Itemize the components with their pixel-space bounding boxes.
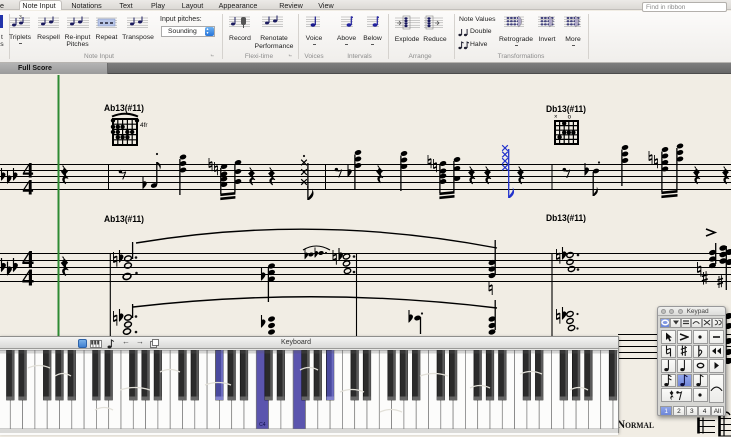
svg-text:4: 4 bbox=[23, 175, 34, 200]
svg-text:4fr: 4fr bbox=[140, 122, 148, 129]
svg-text:o: o bbox=[568, 115, 572, 121]
svg-text:Db13(#11): Db13(#11) bbox=[546, 104, 586, 115]
svg-text:×: × bbox=[554, 115, 558, 121]
svg-text:Db13(#11): Db13(#11) bbox=[546, 213, 586, 224]
svg-text:Normal: Normal bbox=[617, 417, 654, 431]
svg-text:Ab13(#11): Ab13(#11) bbox=[104, 103, 144, 114]
svg-text:Ab13(#11): Ab13(#11) bbox=[104, 214, 144, 225]
svg-text:4: 4 bbox=[22, 266, 34, 292]
svg-text:C4: C4 bbox=[259, 422, 266, 428]
svg-text:3: 3 bbox=[19, 15, 22, 21]
